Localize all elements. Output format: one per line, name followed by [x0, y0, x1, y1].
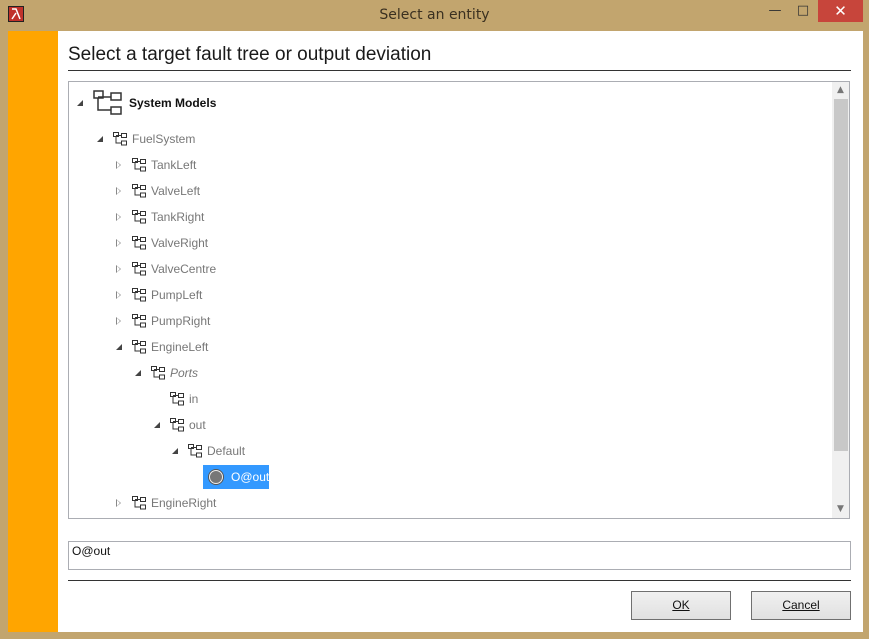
hierarchy-icon: [132, 340, 146, 354]
tree-node-label: O@out: [231, 470, 270, 484]
selection-path-field[interactable]: O@out: [68, 541, 851, 570]
collapsed-toggle-icon[interactable]: [114, 212, 124, 222]
tree-node-valveleft[interactable]: ValveLeft: [114, 180, 200, 202]
title-bar[interactable]: Select an entity — □ ✕: [0, 0, 869, 31]
divider: [68, 580, 851, 581]
hierarchy-icon: [170, 392, 184, 406]
tree-node-label: ValveLeft: [151, 184, 201, 198]
hierarchy-icon: [151, 366, 165, 380]
maximize-icon[interactable]: □: [788, 0, 818, 22]
vertical-scrollbar[interactable]: ▲ ▼: [832, 82, 849, 518]
tree-node-label: Default: [207, 444, 246, 458]
hierarchy-icon: [113, 132, 127, 146]
tree-node-in[interactable]: in: [170, 388, 198, 410]
tree-node-valveright[interactable]: ValveRight: [114, 232, 208, 254]
collapsed-toggle-icon[interactable]: [114, 290, 124, 300]
collapsed-toggle-icon[interactable]: [114, 186, 124, 196]
tree-node-out[interactable]: out: [152, 414, 206, 436]
expand-toggle-icon[interactable]: [152, 420, 162, 430]
entity-tree[interactable]: System Models FuelSystem TankLeft ValveL…: [68, 81, 850, 519]
tree-node-label: PumpRight: [151, 314, 211, 328]
tree-root[interactable]: System Models: [75, 90, 217, 115]
minimize-icon[interactable]: —: [760, 0, 790, 22]
tree-node-label: EngineRight: [151, 496, 217, 510]
tree-node-label: Ports: [170, 366, 199, 380]
tree-root-label: System Models: [129, 96, 217, 110]
tree-node-ports[interactable]: Ports: [133, 362, 198, 384]
expand-toggle-icon[interactable]: [133, 368, 143, 378]
tree-node-label: out: [189, 418, 206, 432]
hierarchy-icon: [132, 262, 146, 276]
tree-node-label: EngineLeft: [151, 340, 209, 354]
hierarchy-icon: [132, 496, 146, 510]
accent-sidebar: [8, 31, 58, 632]
hierarchy-icon: [93, 90, 122, 115]
tree-node-pumpleft[interactable]: PumpLeft: [114, 284, 202, 306]
window-title: Select an entity: [379, 7, 490, 23]
scroll-up-icon[interactable]: ▲: [832, 82, 849, 99]
expand-toggle-icon[interactable]: [170, 446, 180, 456]
dialog-window: Select an entity — □ ✕ Select a target f…: [0, 0, 869, 639]
hierarchy-icon: [132, 288, 146, 302]
expand-toggle-icon[interactable]: [95, 134, 105, 144]
hierarchy-icon: [132, 314, 146, 328]
expand-toggle-icon[interactable]: [114, 342, 124, 352]
hierarchy-icon: [132, 236, 146, 250]
tree-node-pumpright[interactable]: PumpRight: [114, 310, 210, 332]
output-deviation-icon: [209, 470, 223, 484]
expand-toggle-icon[interactable]: [75, 98, 85, 108]
tree-node-engineright[interactable]: EngineRight: [114, 492, 216, 514]
tree-node-label: in: [189, 392, 199, 406]
tree-node-fuelsystem[interactable]: FuelSystem: [95, 128, 195, 150]
tree-node-tankright[interactable]: TankRight: [114, 206, 204, 228]
page-title: Select a target fault tree or output dev…: [68, 44, 432, 65]
scroll-down-icon[interactable]: ▼: [832, 501, 849, 518]
tree-node-label: ValveCentre: [151, 262, 217, 276]
ok-button[interactable]: OK: [631, 591, 731, 620]
hierarchy-icon: [132, 210, 146, 224]
collapsed-toggle-icon[interactable]: [114, 316, 124, 326]
tree-node-label: TankLeft: [151, 158, 197, 172]
tree-node-label: FuelSystem: [132, 132, 196, 146]
collapsed-toggle-icon[interactable]: [114, 264, 124, 274]
tree-node-engineleft[interactable]: EngineLeft: [114, 336, 208, 358]
close-icon[interactable]: ✕: [818, 0, 863, 22]
scrollbar-thumb[interactable]: [834, 99, 848, 451]
hierarchy-icon: [132, 158, 146, 172]
tree-node-valvecentre[interactable]: ValveCentre: [114, 258, 216, 280]
tree-node-label: TankRight: [151, 210, 205, 224]
tree-node-default[interactable]: Default: [170, 440, 245, 462]
tree-node-tankleft[interactable]: TankLeft: [114, 154, 196, 176]
cancel-button[interactable]: Cancel: [751, 591, 851, 620]
tree-node-o-at-out[interactable]: O@out: [203, 465, 270, 489]
divider: [68, 70, 851, 71]
hierarchy-icon: [170, 418, 184, 432]
tree-node-label: PumpLeft: [151, 288, 203, 302]
collapsed-toggle-icon[interactable]: [114, 238, 124, 248]
hierarchy-icon: [132, 184, 146, 198]
hierarchy-icon: [188, 444, 202, 458]
collapsed-toggle-icon[interactable]: [114, 160, 124, 170]
collapsed-toggle-icon[interactable]: [114, 498, 124, 508]
dialog-body: Select a target fault tree or output dev…: [8, 31, 863, 632]
tree-node-label: ValveRight: [151, 236, 209, 250]
